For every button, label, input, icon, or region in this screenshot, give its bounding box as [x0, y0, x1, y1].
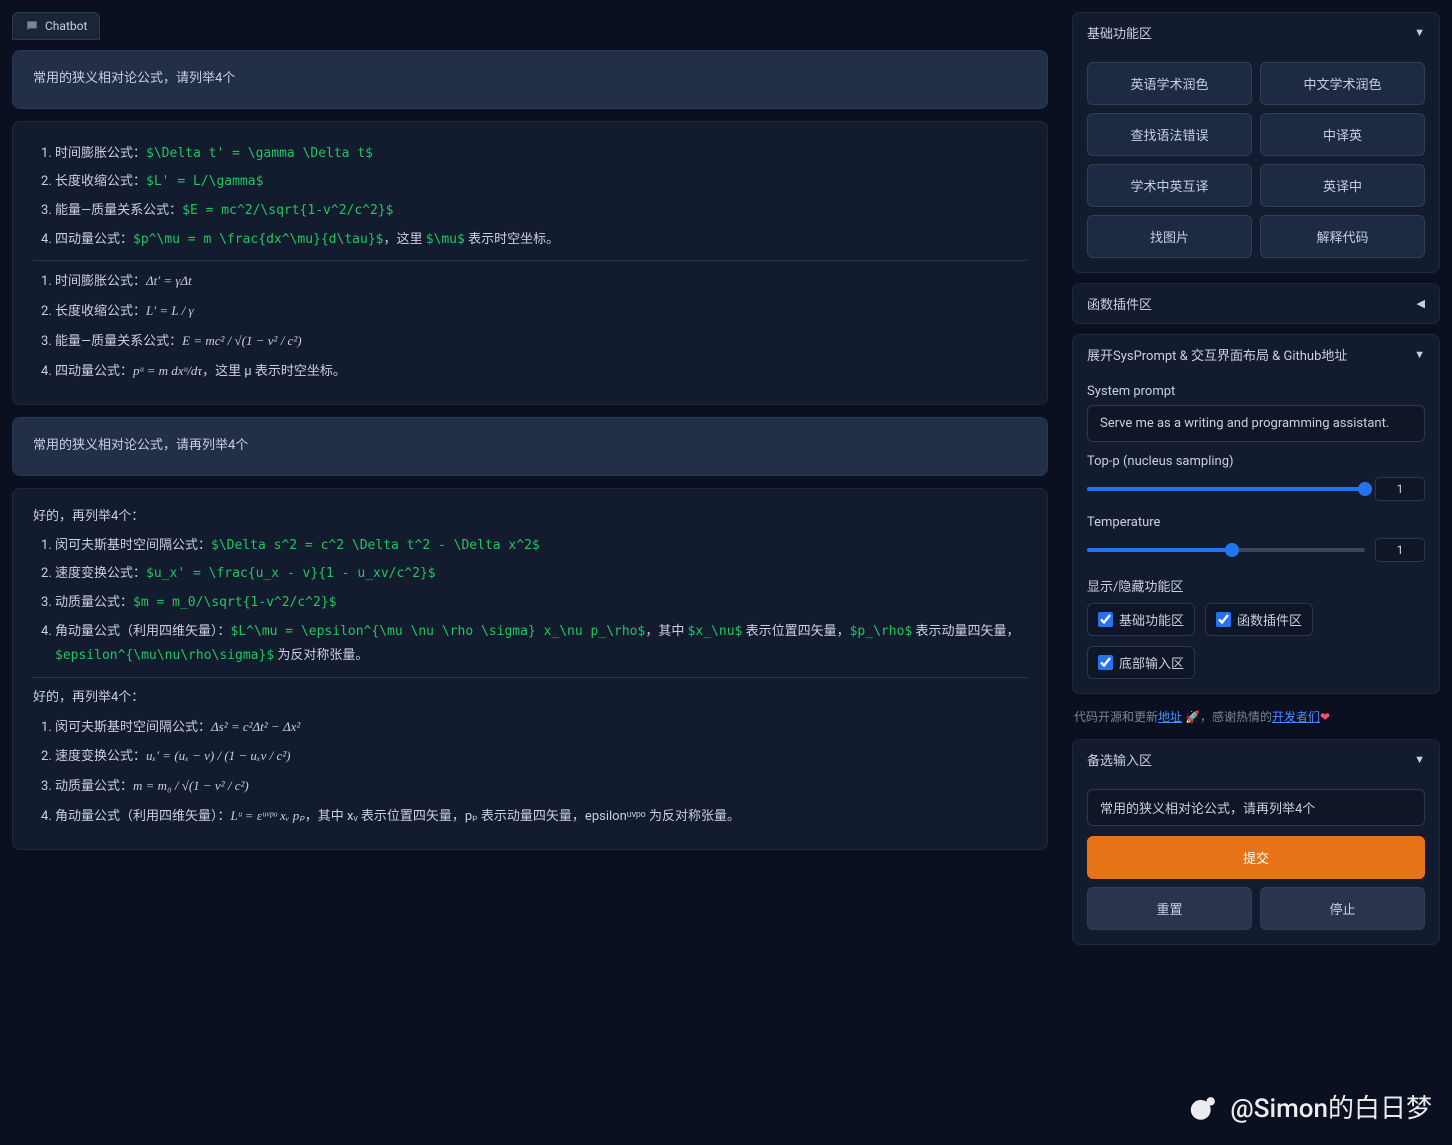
watermark: @Simon的白日梦	[1188, 1088, 1432, 1125]
function-button-4[interactable]: 学术中英互译	[1087, 164, 1252, 207]
function-button-7[interactable]: 解释代码	[1260, 215, 1425, 258]
user-message: 常用的狭义相对论公式，请列举4个	[12, 50, 1048, 109]
topp-slider[interactable]	[1087, 487, 1365, 491]
alt-input-field[interactable]	[1087, 789, 1425, 826]
function-button-6[interactable]: 找图片	[1087, 215, 1252, 258]
sysprompt-panel: 展开SysPrompt & 交互界面布局 & Github地址 ▼ System…	[1072, 334, 1440, 694]
function-button-1[interactable]: 中文学术润色	[1260, 62, 1425, 105]
tab-label: Chatbot	[45, 19, 87, 33]
temperature-label: Temperature	[1087, 515, 1425, 530]
basic-functions-header[interactable]: 基础功能区 ▼	[1073, 13, 1439, 52]
chevron-down-icon: ▼	[1414, 753, 1425, 766]
system-prompt-label: System prompt	[1087, 384, 1425, 399]
system-prompt-input[interactable]	[1087, 405, 1425, 442]
topp-label: Top-p (nucleus sampling)	[1087, 454, 1425, 469]
visibility-checkbox-2[interactable]: 底部输入区	[1087, 646, 1195, 679]
stop-button[interactable]: 停止	[1260, 887, 1425, 930]
function-button-3[interactable]: 中译英	[1260, 113, 1425, 156]
visibility-label: 显示/隐藏功能区	[1087, 576, 1425, 595]
reset-button[interactable]: 重置	[1087, 887, 1252, 930]
temperature-slider[interactable]	[1087, 548, 1365, 552]
function-plugins-header[interactable]: 函数插件区 ◀	[1073, 284, 1439, 323]
alt-input-panel: 备选输入区 ▼ 提交 重置 停止	[1072, 739, 1440, 945]
visibility-checkbox-0[interactable]: 基础功能区	[1087, 603, 1195, 636]
heart-icon: ❤	[1320, 710, 1330, 724]
chat-area: 常用的狭义相对论公式，请列举4个 时间膨胀公式：$\Delta t' = \ga…	[12, 50, 1048, 1133]
chatbot-tab[interactable]: Chatbot	[12, 12, 100, 40]
weibo-icon	[1188, 1090, 1222, 1124]
function-button-5[interactable]: 英译中	[1260, 164, 1425, 207]
temperature-value[interactable]: 1	[1375, 538, 1425, 562]
submit-button[interactable]: 提交	[1087, 836, 1425, 879]
repo-link[interactable]: 地址	[1158, 710, 1182, 724]
devs-link[interactable]: 开发者们	[1272, 710, 1320, 724]
function-button-0[interactable]: 英语学术润色	[1087, 62, 1252, 105]
chevron-down-icon: ▼	[1414, 26, 1425, 39]
function-plugins-panel: 函数插件区 ◀	[1072, 283, 1440, 324]
function-button-2[interactable]: 查找语法错误	[1087, 113, 1252, 156]
credit-line: 代码开源和更新地址 🚀，感谢热情的开发者们❤	[1072, 704, 1440, 729]
basic-functions-panel: 基础功能区 ▼ 英语学术润色中文学术润色查找语法错误中译英学术中英互译英译中找图…	[1072, 12, 1440, 273]
chat-icon	[25, 19, 39, 33]
visibility-checkbox-1[interactable]: 函数插件区	[1205, 603, 1313, 636]
chevron-left-icon: ◀	[1417, 297, 1425, 310]
bot-message: 时间膨胀公式：$\Delta t' = \gamma \Delta t$ 长度收…	[12, 121, 1048, 406]
user-message: 常用的狭义相对论公式，请再列举4个	[12, 417, 1048, 476]
chevron-down-icon: ▼	[1414, 348, 1425, 361]
alt-input-header[interactable]: 备选输入区 ▼	[1073, 740, 1439, 779]
bot-message: 好的，再列举4个： 闵可夫斯基时空间隔公式：$\Delta s^2 = c^2 …	[12, 488, 1048, 851]
sysprompt-header[interactable]: 展开SysPrompt & 交互界面布局 & Github地址 ▼	[1073, 335, 1439, 374]
topp-value[interactable]: 1	[1375, 477, 1425, 501]
